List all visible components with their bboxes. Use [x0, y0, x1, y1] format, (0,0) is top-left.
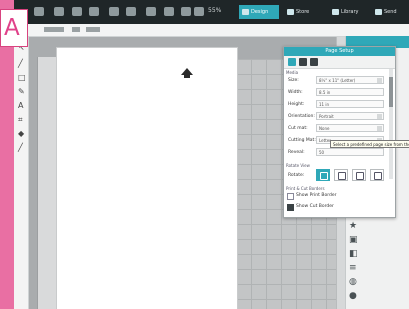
panel-title: Page Setup [284, 47, 395, 56]
size-value: 8½" x 11" (Letter) [319, 78, 356, 83]
tab-cut[interactable] [310, 58, 318, 66]
reveal-field[interactable]: 50 [316, 148, 384, 156]
color-icon[interactable]: ● [349, 292, 358, 301]
store-icon [287, 9, 294, 15]
tab-label: Store [296, 9, 310, 15]
section-print-cut: Print & Cut Borders [286, 186, 325, 191]
page-setup-panel: Page Setup Media Size: 8½" x 11" (Letter… [283, 46, 396, 218]
feed-direction-stem [184, 75, 190, 78]
rectangle-icon[interactable]: □ [18, 74, 26, 82]
portrait-flip-icon [356, 172, 364, 180]
library-icon [332, 9, 339, 15]
zoom-in-icon[interactable] [181, 7, 191, 16]
design-icon [242, 9, 249, 15]
library-panel-icon[interactable]: ◍ [349, 278, 358, 287]
page-paper [56, 47, 238, 309]
redo-icon[interactable] [126, 7, 136, 16]
cut-border-label: Show Cut Border [296, 204, 334, 209]
panel-scrollbar[interactable] [389, 69, 393, 179]
print-border-checkbox[interactable] [287, 193, 294, 200]
reveal-label: Reveal: [288, 150, 305, 155]
width-field[interactable]: 8.5 in [316, 88, 384, 96]
tab-label: Send [384, 9, 397, 15]
height-field[interactable]: 11 in [316, 100, 384, 108]
tab-store[interactable]: Store [284, 5, 324, 19]
tab-print[interactable] [299, 58, 307, 66]
size-tooltip: Select a predefined page size from the l… [330, 140, 409, 148]
app-window: 55% Design Store Library Send ↖ ╱ □ ✎ A … [14, 0, 409, 309]
undo-icon[interactable] [109, 7, 119, 16]
print-icon[interactable] [72, 7, 82, 16]
zoom-out-icon[interactable] [194, 7, 204, 16]
tab-design[interactable]: Design [239, 5, 279, 19]
line-icon[interactable]: ╱ [18, 60, 25, 68]
orientation-select[interactable]: Portrait [316, 112, 384, 120]
edit-points-icon[interactable]: ⌗ [18, 116, 25, 124]
height-label: Height: [288, 102, 305, 107]
cut-border-checkbox[interactable] [287, 204, 294, 211]
orientation-label: Orientation: [288, 114, 315, 119]
rotate-0-button[interactable] [316, 169, 330, 181]
send-panel-icon[interactable]: ▣ [349, 236, 358, 245]
size-label: Size: [288, 78, 299, 83]
layers-icon[interactable]: ≡ [349, 264, 358, 273]
cut-mat-value: None [319, 126, 330, 131]
feed-direction-icon [181, 68, 193, 75]
favorite-icon[interactable]: ★ [349, 222, 358, 231]
portrait-icon [320, 172, 328, 180]
tab-label: Design [251, 9, 269, 15]
zoom-value[interactable]: 55% [208, 7, 221, 14]
chevron-down-icon [377, 114, 382, 119]
width-label: Width: [288, 90, 303, 95]
open-icon[interactable] [34, 7, 44, 16]
rotate-270-button[interactable] [370, 169, 384, 181]
cut-mat-select[interactable]: None [316, 124, 384, 132]
height-value: 11 in [319, 102, 330, 107]
tab-label: Library [341, 9, 359, 15]
reveal-value: 50 [319, 150, 325, 155]
size-select[interactable]: 8½" x 11" (Letter) [316, 76, 384, 84]
cut-mat-label: Cut mat: [288, 126, 308, 131]
send-icon [375, 9, 382, 15]
top-toolbar: 55% Design Store Library Send [14, 0, 409, 24]
rotate-90-button[interactable] [334, 169, 348, 181]
tab-media[interactable] [288, 58, 296, 66]
tab-library[interactable]: Library [329, 5, 369, 19]
text-icon[interactable]: A [18, 102, 25, 110]
rotate-label: Rotate: [288, 173, 305, 178]
select-icon[interactable] [146, 7, 156, 16]
print-border-label: Show Print Border [296, 193, 337, 198]
knife-icon[interactable]: ╱ [18, 144, 25, 152]
line-width-control[interactable] [72, 27, 80, 32]
left-toolbar: ↖ ╱ □ ✎ A ⌗ ◆ ╱ [14, 36, 29, 309]
panel-scroll-thumb[interactable] [389, 77, 393, 107]
pencil-icon[interactable]: ✎ [18, 88, 25, 96]
chevron-down-icon [377, 78, 382, 83]
line-dropdown[interactable] [86, 27, 100, 32]
landscape-icon [338, 172, 346, 180]
landscape-flip-icon [374, 172, 382, 180]
eraser-icon[interactable]: ◆ [18, 130, 25, 138]
section-media: Media [286, 70, 299, 75]
tab-send[interactable]: Send [372, 5, 409, 19]
panel-tabs [284, 56, 395, 69]
chevron-down-icon [377, 126, 382, 131]
cut-icon[interactable] [89, 7, 99, 16]
pan-icon[interactable] [164, 7, 174, 16]
save-icon[interactable] [54, 7, 64, 16]
figure-label: A [0, 9, 28, 47]
orientation-value: Portrait [319, 114, 334, 119]
section-rotate: Rotate View [286, 163, 310, 168]
cutting-mat-label: Cutting Mat: [288, 138, 316, 143]
rotate-180-button[interactable] [352, 169, 366, 181]
width-value: 8.5 in [319, 90, 331, 95]
image-icon[interactable]: ◧ [349, 250, 358, 259]
line-style-control[interactable] [44, 27, 64, 32]
